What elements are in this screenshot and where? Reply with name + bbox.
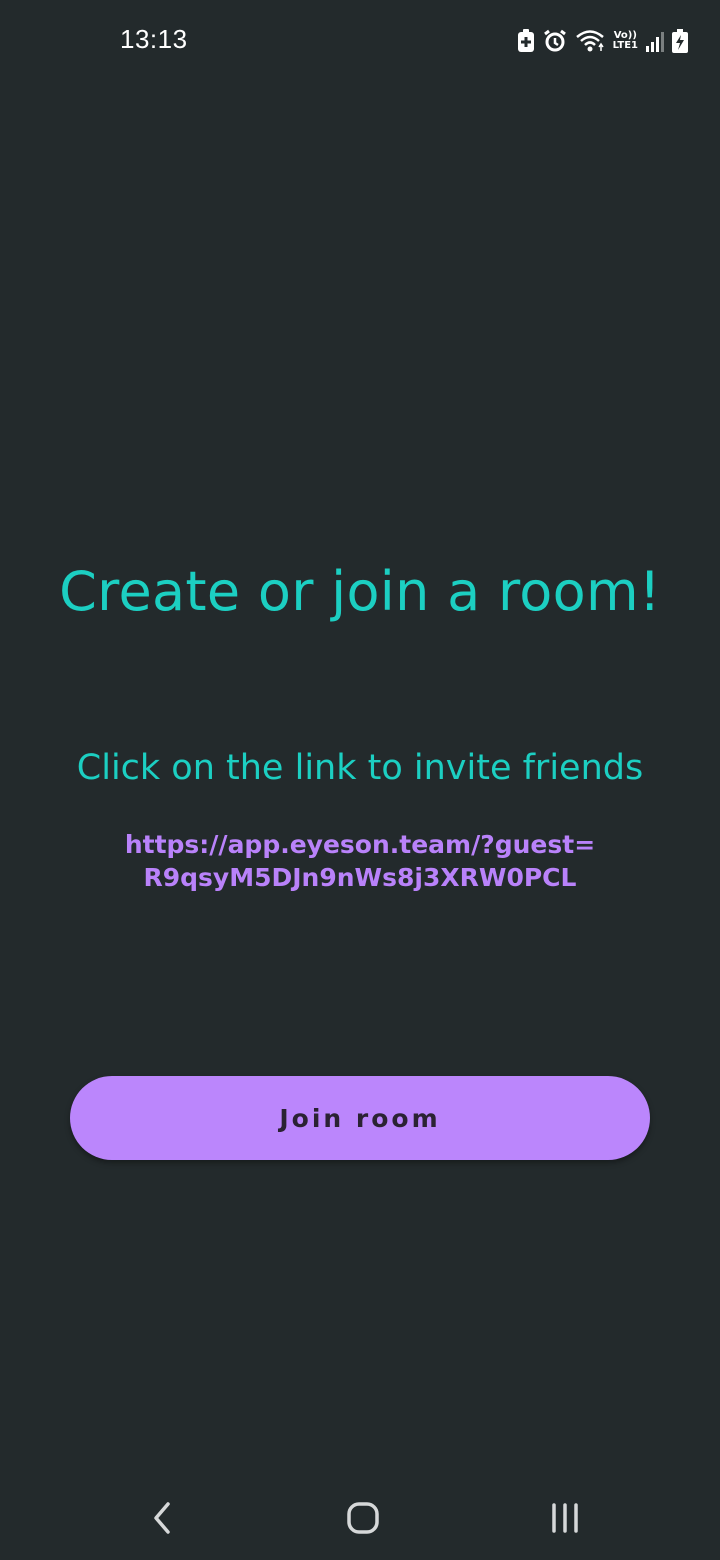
battery-saver-icon [517,29,535,53]
invite-link[interactable]: https://app.eyeson.team/?guest= R9qsyM5D… [60,828,660,894]
status-bar: 13:13 Vo)) LTE1 [0,0,720,84]
back-icon [154,1502,170,1534]
invite-instructions: Click on the link to invite friends [76,748,644,788]
invite-link-line-1: https://app.eyeson.team/?guest= [124,830,596,859]
wifi-icon [575,29,605,53]
alarm-icon [543,29,567,53]
invite-link-line-2: R9qsyM5DJn9nWs8j3XRW0PCL [143,863,577,892]
signal-icon [646,30,664,52]
home-icon [347,1502,379,1534]
recents-icon [552,1503,578,1533]
join-room-button[interactable]: Join room [70,1076,650,1160]
battery-charging-icon [672,29,688,53]
navigation-bar [0,1476,720,1560]
volte-lte1-icon: Vo)) LTE1 [612,30,638,51]
back-button[interactable] [132,1496,192,1540]
recents-button[interactable] [535,1496,595,1540]
page-title: Create or join a room! [59,560,661,623]
home-button[interactable] [333,1496,393,1540]
status-icons: Vo)) LTE1 [517,28,688,54]
status-time: 13:13 [120,24,188,54]
